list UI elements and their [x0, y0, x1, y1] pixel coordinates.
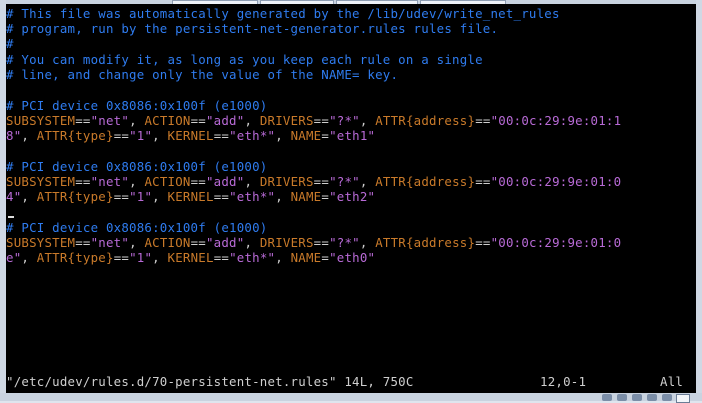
action-value: "add" [205, 113, 245, 128]
name-key: NAME [290, 189, 322, 204]
address-value: "00:0c:29:9e:01:0 [490, 174, 622, 189]
comment-line: # [6, 36, 14, 51]
rule-line: SUBSYSTEM=="net", ACTION=="add", DRIVERS… [6, 235, 622, 250]
subsystem-value: "net" [90, 113, 130, 128]
vm-device-icons [602, 394, 672, 401]
drivers-value: "?*" [329, 113, 360, 128]
text-cursor [8, 216, 14, 218]
drivers-value: "?*" [329, 235, 360, 250]
vm-status-bar [0, 393, 702, 401]
type-value: "1" [129, 189, 153, 204]
device-icon[interactable] [617, 394, 627, 401]
comment-line: # This file was automatically generated … [6, 6, 560, 21]
action-value: "add" [205, 174, 245, 189]
scroll-indicator: All [660, 374, 684, 389]
name-key: NAME [290, 128, 322, 143]
subsystem-key: SUBSYSTEM [6, 235, 76, 250]
cursor-position: 12,0-1 [540, 374, 587, 389]
vi-terminal[interactable]: # This file was automatically generated … [6, 4, 696, 393]
kernel-value: "eth*" [229, 250, 276, 265]
attr-type-key: ATTR{type} [36, 250, 114, 265]
kernel-key: KERNEL [167, 189, 214, 204]
action-key: ACTION [144, 235, 191, 250]
comment-line: # line, and change only the value of the… [6, 67, 399, 82]
device-icon[interactable] [602, 394, 612, 401]
attr-type-key: ATTR{type} [36, 189, 114, 204]
drivers-key: DRIVERS [259, 113, 314, 128]
comment-line: # You can modify it, as long as you keep… [6, 52, 483, 67]
kernel-value: "eth*" [229, 189, 276, 204]
rule-line: SUBSYSTEM=="net", ACTION=="add", DRIVERS… [6, 174, 622, 189]
name-value: "eth1" [329, 128, 376, 143]
subsystem-key: SUBSYSTEM [6, 113, 76, 128]
device-icon[interactable] [647, 394, 657, 401]
file-info: "/etc/udev/rules.d/70-persistent-net.rul… [6, 374, 414, 389]
drivers-key: DRIVERS [259, 235, 314, 250]
window-right-frame [696, 0, 702, 401]
subsystem-value: "net" [90, 174, 130, 189]
device-icon[interactable] [662, 394, 672, 401]
comment-line: # program, run by the persistent-net-gen… [6, 21, 499, 36]
attr-address-key: ATTR{address} [375, 174, 476, 189]
type-value: "1" [129, 250, 153, 265]
type-value: "1" [129, 128, 153, 143]
device-comment: # PCI device 0x8086:0x100f (e1000) [6, 220, 268, 235]
kernel-key: KERNEL [167, 128, 214, 143]
drivers-key: DRIVERS [259, 174, 314, 189]
action-key: ACTION [144, 174, 191, 189]
address-value-wrap: 8" [6, 128, 22, 143]
device-comment: # PCI device 0x8086:0x100f (e1000) [6, 98, 268, 113]
subsystem-value: "net" [90, 235, 130, 250]
rule-line-wrap: 4", ATTR{type}=="1", KERNEL=="eth*", NAM… [6, 189, 376, 204]
device-comment: # PCI device 0x8086:0x100f (e1000) [6, 159, 268, 174]
attr-address-key: ATTR{address} [375, 235, 476, 250]
vi-status-line: "/etc/udev/rules.d/70-persistent-net.rul… [6, 374, 696, 389]
device-icon[interactable] [632, 394, 642, 401]
action-value: "add" [205, 235, 245, 250]
kernel-value: "eth*" [229, 128, 276, 143]
address-value-wrap: 4" [6, 189, 22, 204]
address-value: "00:0c:29:9e:01:0 [490, 235, 622, 250]
drivers-value: "?*" [329, 174, 360, 189]
name-value: "eth2" [329, 189, 376, 204]
rule-line: SUBSYSTEM=="net", ACTION=="add", DRIVERS… [6, 113, 622, 128]
kernel-key: KERNEL [167, 250, 214, 265]
address-value-wrap: e" [6, 250, 22, 265]
attr-type-key: ATTR{type} [36, 128, 114, 143]
name-value: "eth0" [329, 250, 376, 265]
name-key: NAME [290, 250, 322, 265]
subsystem-key: SUBSYSTEM [6, 174, 76, 189]
action-key: ACTION [144, 113, 191, 128]
rule-line-wrap: e", ATTR{type}=="1", KERNEL=="eth*", NAM… [6, 250, 376, 265]
attr-address-key: ATTR{address} [375, 113, 476, 128]
address-value: "00:0c:29:9e:01:1 [490, 113, 622, 128]
fullscreen-button[interactable] [676, 394, 690, 403]
rule-line-wrap: 8", ATTR{type}=="1", KERNEL=="eth*", NAM… [6, 128, 376, 143]
